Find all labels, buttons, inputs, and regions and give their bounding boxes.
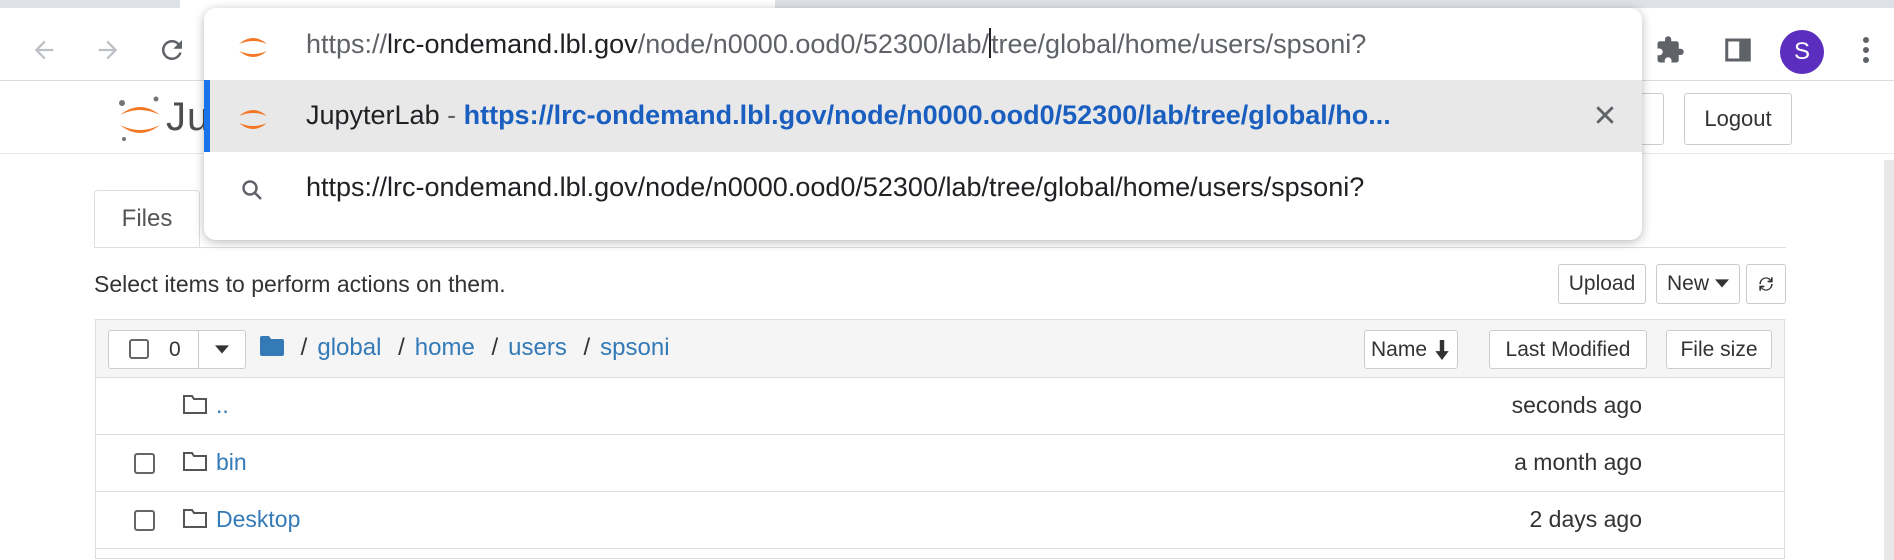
file-modified: 2 days ago xyxy=(1529,506,1642,532)
breadcrumb: / global / home / users / spsoni xyxy=(260,334,670,362)
extensions-button[interactable] xyxy=(1648,26,1692,74)
omnibox-dropdown: https://lrc-ondemand.lbl.gov/node/n0000.… xyxy=(204,8,1642,240)
side-panel-icon xyxy=(1725,38,1751,62)
select-all-checkbox[interactable] xyxy=(129,339,149,359)
breadcrumb-spsoni[interactable]: spsoni xyxy=(600,334,669,361)
sort-file-size-button[interactable]: File size xyxy=(1666,330,1772,369)
new-label: New xyxy=(1666,272,1709,295)
breadcrumb-separator: / xyxy=(398,334,405,361)
jupyter-favicon-icon xyxy=(239,38,267,57)
list-item[interactable]: bin a month ago xyxy=(96,435,1784,492)
logout-button[interactable]: Logout xyxy=(1684,93,1792,145)
instructions-text: Select items to perform actions on them. xyxy=(94,271,506,297)
file-modified: seconds ago xyxy=(1511,392,1642,418)
tab-files[interactable]: Files xyxy=(94,190,200,247)
address-bar-text[interactable]: https://lrc-ondemand.lbl.gov/node/n0000.… xyxy=(306,28,1366,60)
profile-avatar[interactable]: S xyxy=(1780,30,1824,74)
arrow-right-icon xyxy=(98,40,118,60)
file-name-link[interactable]: Desktop xyxy=(216,506,300,533)
upload-label: Upload xyxy=(1568,272,1636,295)
file-list: 0 / global / home / users / spsoni Name Last… xyxy=(95,319,1785,559)
refresh-button[interactable] xyxy=(1746,264,1786,304)
list-item[interactable]: .. seconds ago xyxy=(96,378,1784,435)
new-button[interactable]: New xyxy=(1656,264,1740,304)
sort-name-button[interactable]: Name xyxy=(1364,330,1458,369)
reload-button[interactable] xyxy=(148,26,196,74)
puzzle-icon xyxy=(1657,36,1684,63)
upload-button[interactable]: Upload xyxy=(1558,264,1646,304)
url-path-end: tree/global/home/users/spsoni? xyxy=(991,29,1367,59)
select-dropdown-button[interactable] xyxy=(198,330,246,369)
breadcrumb-separator: / xyxy=(583,334,591,361)
address-bar[interactable]: https://lrc-ondemand.lbl.gov/node/n0000.… xyxy=(204,8,1642,80)
file-modified: a month ago xyxy=(1514,449,1642,475)
breadcrumb-users[interactable]: users xyxy=(508,334,567,361)
suggestion-title: JupyterLab xyxy=(306,100,440,130)
arrow-left-icon xyxy=(34,40,54,60)
folder-outline-icon xyxy=(183,395,207,414)
folder-outline-icon xyxy=(183,509,207,528)
selection-indicator xyxy=(204,80,210,152)
selected-count: 0 xyxy=(169,338,181,361)
browser-menu-button[interactable] xyxy=(1844,26,1888,74)
url-host: lrc-ondemand.lbl.gov xyxy=(387,29,638,59)
sort-name-label: Name xyxy=(1370,337,1428,361)
reload-icon xyxy=(161,39,182,60)
breadcrumb-home[interactable]: home xyxy=(415,334,475,361)
file-name-link[interactable]: .. xyxy=(216,392,229,419)
tab-strip xyxy=(0,0,1894,8)
current-tab[interactable] xyxy=(180,0,775,8)
file-list-header: 0 / global / home / users / spsoni Name Last… xyxy=(96,320,1784,378)
suggestion-jupyterlab[interactable]: JupyterLab - https://lrc-ondemand.lbl.go… xyxy=(204,80,1642,152)
suggestion-separator: - xyxy=(439,100,464,130)
profile-initial: S xyxy=(1793,38,1810,65)
breadcrumb-separator: / xyxy=(300,334,308,361)
suggestion-text: JupyterLab - https://lrc-ondemand.lbl.go… xyxy=(306,100,1391,131)
sort-last-modified-button[interactable]: Last Modified xyxy=(1489,330,1647,369)
breadcrumb-separator: / xyxy=(491,334,499,361)
file-name-link[interactable]: bin xyxy=(216,449,247,476)
folder-outline-icon xyxy=(183,452,207,471)
row-checkbox[interactable] xyxy=(134,453,155,474)
folder-icon[interactable] xyxy=(260,336,284,356)
url-scheme: https:// xyxy=(306,29,388,59)
suggestion-search-text: https://lrc-ondemand.lbl.gov/node/n0000.… xyxy=(306,172,1365,202)
forward-button[interactable] xyxy=(84,26,132,74)
refresh-icon xyxy=(1759,277,1773,291)
side-panel-button[interactable] xyxy=(1716,26,1760,74)
close-icon xyxy=(1596,106,1614,124)
jupyter-logo-icon xyxy=(119,96,160,141)
last-modified-label: Last Modified xyxy=(1505,337,1631,361)
logout-label: Logout xyxy=(1704,106,1772,131)
back-button[interactable] xyxy=(20,26,68,74)
list-item[interactable]: Desktop 2 days ago xyxy=(96,492,1784,549)
jupyter-favicon-icon xyxy=(239,110,267,129)
breadcrumb-global[interactable]: global xyxy=(317,334,381,361)
page-scrollbar[interactable] xyxy=(1884,160,1894,560)
caret-down-icon xyxy=(215,344,229,353)
arrow-down-icon xyxy=(1435,339,1449,360)
remove-suggestion-button[interactable] xyxy=(1590,100,1620,130)
kebab-menu-icon xyxy=(1863,37,1869,63)
suggestion-url: https://lrc-ondemand.lbl.gov/node/n0000.… xyxy=(463,100,1391,130)
row-checkbox[interactable] xyxy=(134,510,155,531)
tab-files-label: Files xyxy=(121,204,173,232)
file-size-label: File size xyxy=(1680,337,1758,361)
search-icon xyxy=(242,180,262,200)
suggestion-search[interactable]: https://lrc-ondemand.lbl.gov/node/n0000.… xyxy=(204,152,1642,224)
caret-down-icon xyxy=(1715,279,1729,288)
url-path-start: /node/n0000.ood0/52300/lab/ xyxy=(637,29,990,59)
